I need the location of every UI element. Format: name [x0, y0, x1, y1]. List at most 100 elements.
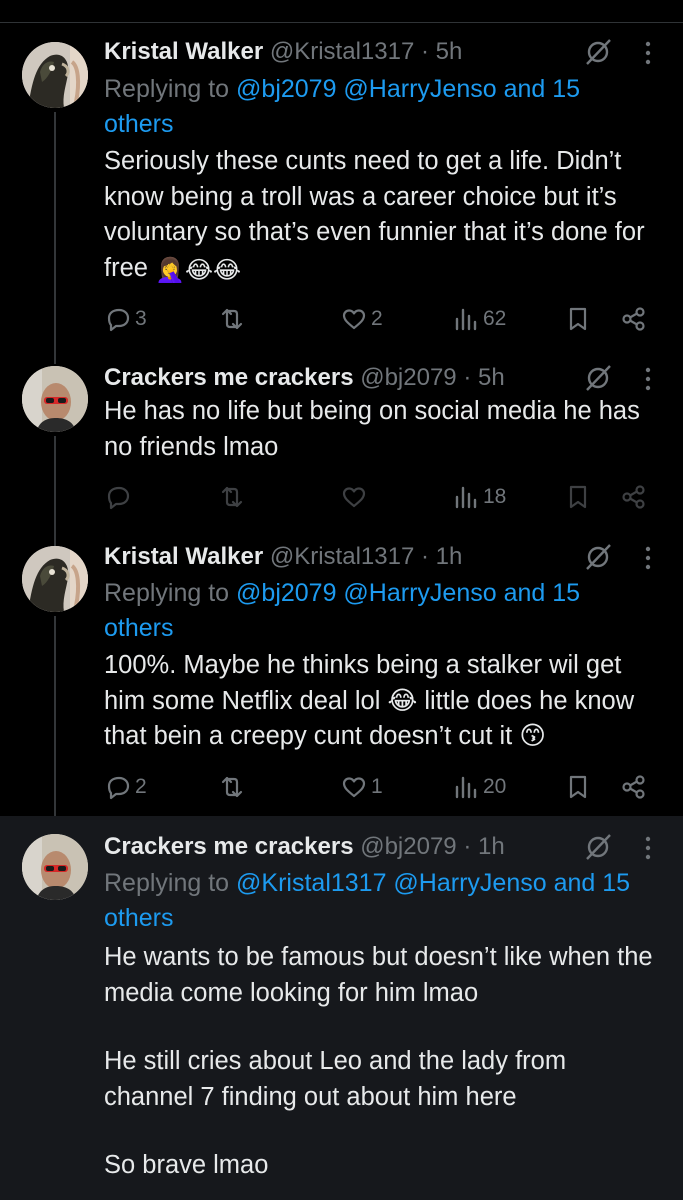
share-button[interactable]: [620, 480, 648, 514]
views-button[interactable]: 62: [452, 302, 506, 336]
heart-icon: [342, 777, 366, 798]
grok-slash-icon[interactable]: [583, 363, 613, 393]
timestamp[interactable]: · 5h: [463, 364, 504, 391]
share-button[interactable]: [620, 770, 648, 804]
timestamp[interactable]: · 1h: [421, 543, 462, 570]
repost-icon: [221, 486, 243, 508]
repost-icon: [221, 308, 243, 330]
views-icon: [455, 308, 477, 331]
replying-prefix: Replying to: [104, 869, 230, 897]
heart-icon: [342, 487, 366, 508]
grok-slash-icon[interactable]: [583, 37, 613, 67]
tweet[interactable]: Kristal Walker @Kristal1317 · 5h Replyin…: [0, 0, 683, 350]
tweet-header: Kristal Walker @Kristal1317 · 5h: [104, 36, 591, 68]
more-options-icon[interactable]: [643, 40, 653, 66]
tweet-text: Seriously these cunts need to get a life…: [104, 144, 657, 286]
author-handle[interactable]: @bj2079: [360, 364, 456, 391]
replying-to: Replying to @bj2079 @HarryJenso and 15 o…: [104, 576, 655, 646]
author-name[interactable]: Kristal Walker: [104, 38, 263, 65]
more-options-icon[interactable]: [643, 545, 653, 571]
facepalm-emoji: 🤦‍♀️: [155, 256, 185, 284]
author-name[interactable]: Crackers me crackers: [104, 364, 354, 391]
reply-count: 2: [135, 775, 147, 798]
reply-icon: [107, 308, 130, 332]
replying-to: Replying to @Kristal1317 @HarryJenso and…: [104, 866, 655, 936]
repost-button[interactable]: [218, 770, 246, 804]
repost-button[interactable]: [218, 480, 246, 514]
avatar[interactable]: [22, 834, 88, 900]
reply-button[interactable]: 2: [104, 770, 147, 804]
laughing-emoji: 😂: [212, 256, 242, 284]
like-count: 2: [371, 307, 383, 330]
author-name[interactable]: Crackers me crackers: [104, 833, 354, 860]
bookmark-icon: [569, 307, 587, 331]
replying-prefix: Replying to: [104, 579, 230, 607]
view-count: 18: [483, 485, 507, 508]
repost-button[interactable]: [218, 302, 246, 336]
share-icon: [622, 775, 645, 799]
replying-prefix: Replying to: [104, 75, 230, 103]
timestamp[interactable]: · 5h: [421, 38, 462, 65]
repost-icon: [221, 776, 243, 798]
grok-slash-icon[interactable]: [583, 542, 613, 572]
action-bar: 2 1 20: [104, 770, 655, 804]
reply-button[interactable]: [104, 480, 132, 514]
like-button[interactable]: 2: [340, 302, 383, 336]
reply-count: 3: [135, 307, 147, 330]
tweet-paragraph: He wants to be famous but doesn’t like w…: [104, 943, 653, 1007]
author-handle[interactable]: @Kristal1317: [270, 543, 414, 570]
bookmark-icon: [569, 485, 587, 509]
author-name[interactable]: Kristal Walker: [104, 543, 263, 570]
parrot-avatar-icon: [22, 546, 88, 612]
bookmark-button[interactable]: [564, 480, 592, 514]
tweet-text: He wants to be famous but doesn’t like w…: [104, 940, 657, 1184]
avatar[interactable]: [22, 546, 88, 612]
bookmark-button[interactable]: [564, 302, 592, 336]
tweet-header: Crackers me crackers @bj2079 · 5h: [104, 362, 591, 394]
grok-slash-icon[interactable]: [583, 832, 613, 862]
tweet-body: 100%. Maybe he thinks being a stalker wi…: [104, 651, 635, 750]
like-button[interactable]: 1: [340, 770, 383, 804]
like-button[interactable]: [340, 480, 368, 514]
views-button[interactable]: 20: [452, 770, 506, 804]
heart-icon: [342, 309, 366, 330]
views-icon: [455, 776, 477, 799]
reply-icon: [107, 486, 130, 510]
author-handle[interactable]: @Kristal1317: [270, 38, 414, 65]
tweet-highlighted[interactable]: Crackers me crackers @bj2079 · 1h Replyi…: [0, 816, 683, 1200]
man-avatar-icon: [22, 834, 88, 900]
view-count: 20: [483, 775, 507, 798]
tweet[interactable]: Crackers me crackers @bj2079 · 5h He has…: [0, 350, 683, 530]
tweet-paragraph: So brave lmao: [104, 1151, 269, 1179]
share-icon: [622, 485, 645, 509]
laughing-emoji: 😂: [184, 256, 213, 284]
tweet-text: 100%. Maybe he thinks being a stalker wi…: [104, 648, 657, 755]
avatar[interactable]: [22, 42, 88, 108]
tweet-header: Kristal Walker @Kristal1317 · 1h: [104, 541, 591, 573]
more-options-icon[interactable]: [643, 366, 653, 392]
tweet-paragraph: He still cries about Leo and the lady fr…: [104, 1047, 567, 1111]
action-bar: 3 2 62: [104, 302, 655, 336]
bookmark-icon: [569, 775, 587, 799]
tweet[interactable]: Kristal Walker @Kristal1317 · 1h Replyin…: [0, 530, 683, 816]
parrot-avatar-icon: [22, 42, 88, 108]
author-handle[interactable]: @bj2079: [360, 833, 456, 860]
reply-icon: [107, 776, 130, 800]
tweet-header: Crackers me crackers @bj2079 · 1h: [104, 831, 591, 863]
views-icon: [455, 486, 477, 509]
tweet-text: He has no life but being on social media…: [104, 394, 657, 465]
action-bar: 18: [104, 480, 655, 514]
share-icon: [622, 307, 645, 331]
bookmark-button[interactable]: [564, 770, 592, 804]
man-avatar-icon: [22, 366, 88, 432]
like-count: 1: [371, 775, 383, 798]
more-options-icon[interactable]: [643, 835, 653, 861]
tweet-body: He has no life but being on social media…: [104, 397, 640, 461]
reply-button[interactable]: 3: [104, 302, 147, 336]
view-count: 62: [483, 307, 507, 330]
share-button[interactable]: [620, 302, 648, 336]
timestamp[interactable]: · 1h: [463, 833, 504, 860]
views-button[interactable]: 18: [452, 480, 506, 514]
replying-to: Replying to @bj2079 @HarryJenso and 15 o…: [104, 72, 655, 142]
avatar[interactable]: [22, 366, 88, 432]
